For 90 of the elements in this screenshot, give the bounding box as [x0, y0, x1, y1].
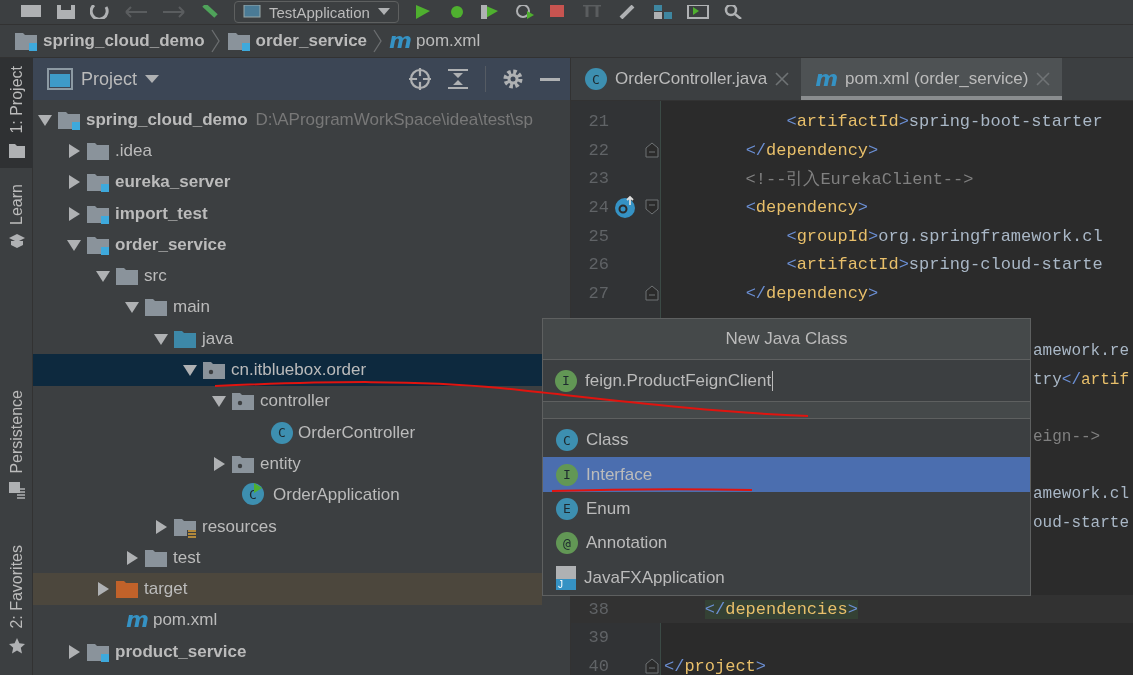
tool-window-tab[interactable]: Persistence [0, 381, 33, 508]
tree-item[interactable]: .idea [33, 135, 542, 167]
code-line: <dependency> [744, 197, 869, 217]
collapse-all-button[interactable] [447, 68, 469, 90]
tree-item[interactable]: entity [33, 448, 542, 480]
code-line: </project> [663, 656, 767, 675]
search-icon [722, 5, 743, 19]
minimize-button[interactable] [540, 77, 560, 81]
close-icon [775, 72, 790, 86]
list-item[interactable]: I Interface [543, 457, 1030, 492]
tool-window-tab[interactable]: 2: Favorites [0, 537, 33, 663]
path-hint: D:\AProgramWorkSpace\idea\test\sp [255, 109, 533, 130]
run-configuration-dropdown[interactable]: TestApplication [234, 1, 399, 23]
editor-tab[interactable]: m pom.xml (order_service) [801, 58, 1063, 100]
class-icon: C [271, 421, 293, 444]
code-line: </dependency> [744, 283, 879, 303]
view-selector[interactable]: Project [47, 68, 160, 90]
breadcrumb[interactable]: order_service [226, 30, 368, 52]
stop-icon [548, 5, 567, 19]
locate-icon [409, 68, 431, 90]
code-line: amework.cl [1032, 485, 1129, 504]
list-item[interactable]: E Enum [543, 491, 1030, 527]
star-icon [7, 637, 26, 655]
list-item[interactable]: @ Annotation [543, 526, 1030, 561]
tree-item[interactable]: cn.itbluebox.order [33, 354, 542, 386]
code-line: <groupId>org.springframework.cl [785, 226, 1103, 246]
tree-item[interactable]: m pom.xml [33, 604, 542, 637]
maven-icon: m [389, 30, 411, 52]
code-line: <artifactId>spring-cloud-starte [785, 255, 1103, 275]
module-folder-icon [86, 171, 110, 194]
collapse-all-icon [447, 68, 469, 90]
tree-item[interactable]: product_service [33, 636, 542, 668]
tool-window-tab[interactable]: 1: Project [0, 58, 33, 168]
chevron-icon [373, 29, 384, 53]
code-line: try</artif [1032, 370, 1130, 389]
code-line: <artifactId>spring-boot-starter [785, 111, 1103, 131]
locate-button[interactable] [409, 68, 431, 90]
breadcrumb[interactable]: spring_cloud_demo [14, 30, 205, 52]
package-icon [231, 390, 255, 413]
refresh-icon [90, 5, 110, 19]
terminal-icon [686, 5, 709, 19]
caret-icon [377, 8, 390, 16]
minimize-icon [540, 77, 560, 81]
tree-item[interactable]: src [33, 260, 542, 292]
graduation-cap-icon [7, 232, 26, 251]
window-icon [47, 68, 73, 90]
annotation-icon: @ [556, 532, 578, 555]
code-line: </dependency> [744, 140, 879, 160]
caret-icon [145, 74, 160, 84]
code-line: oud-starte [1032, 513, 1129, 532]
code-line: amework.re [1032, 341, 1129, 360]
interface-icon: I [555, 369, 577, 392]
tree-item[interactable]: resources [33, 510, 542, 543]
package-icon [202, 359, 226, 381]
save-icon [56, 5, 76, 19]
name-field[interactable]: I feign.ProductFeignClient [543, 360, 1030, 401]
tree-item[interactable]: order_service [33, 229, 542, 261]
file-icon: J [556, 565, 576, 590]
tree-item[interactable]: target [33, 573, 542, 605]
tree-item[interactable]: test [33, 542, 542, 574]
tree-item[interactable]: eureka_server [33, 166, 542, 198]
enum-icon: E [556, 497, 578, 520]
editor-tab[interactable]: C OrderController.java [571, 58, 802, 100]
tree-item[interactable]: C OrderController [33, 416, 542, 449]
list-item[interactable]: J JavaFXApplication [543, 560, 1030, 595]
profile-icon [514, 5, 535, 19]
structure-icon [652, 5, 673, 19]
tree-item[interactable]: spring_cloud_demo D:\AProgramWorkSpace\idea\test\sp [33, 104, 542, 136]
tree-item[interactable]: java [33, 323, 542, 355]
code-line: eign--> [1032, 427, 1101, 446]
module-folder-icon [14, 30, 38, 52]
forward-arrow-icon [162, 6, 186, 18]
module-folder-icon [226, 30, 251, 52]
tree-item[interactable]: import_test [33, 197, 542, 230]
dialog-title: New Java Class [543, 319, 1030, 360]
tree-item[interactable]: main [33, 291, 542, 324]
class-icon: C [585, 68, 607, 90]
class-icon: C [556, 429, 578, 452]
back-arrow-icon [124, 6, 148, 18]
application-icon [243, 5, 261, 19]
maven-icon: m [126, 609, 148, 632]
tool-window-tab[interactable]: Learn [0, 175, 33, 259]
interface-icon: I [556, 463, 578, 486]
breadcrumb[interactable]: m pom.xml [389, 30, 481, 52]
list-item[interactable]: C Class [543, 423, 1030, 458]
chevron-icon [210, 29, 221, 53]
close-icon [1036, 72, 1051, 86]
code-line: <!--引入EurekaClient--> [744, 169, 974, 191]
tree-item[interactable]: controller [33, 385, 542, 417]
maven-icon: m [815, 68, 838, 90]
